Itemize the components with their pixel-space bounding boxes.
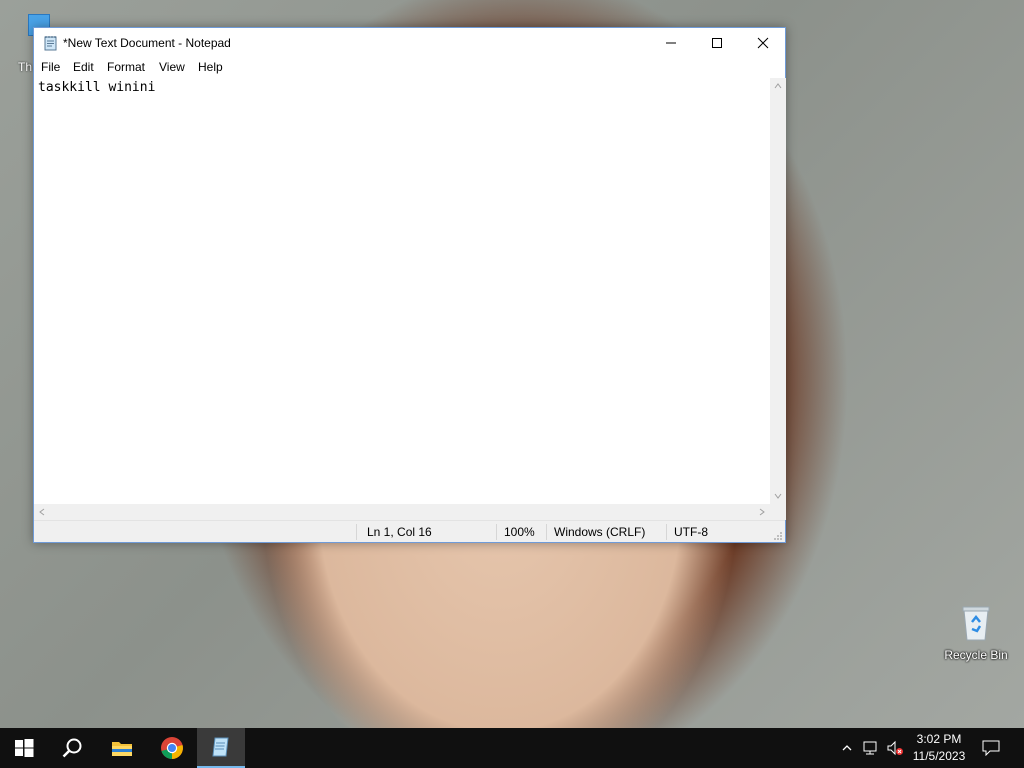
taskbar: 3:02 PM 11/5/2023 xyxy=(0,728,1024,768)
clock-time: 3:02 PM xyxy=(916,732,962,746)
title-bar[interactable]: *New Text Document - Notepad xyxy=(34,28,785,58)
start-icon xyxy=(15,739,34,757)
horizontal-scrollbar[interactable] xyxy=(34,504,770,520)
status-zoom: 100% xyxy=(504,525,535,539)
close-button[interactable] xyxy=(740,28,786,58)
chrome-icon xyxy=(161,737,183,759)
recycle-bin-label: Recycle Bin xyxy=(944,648,1008,662)
notepad-icon xyxy=(212,737,229,757)
minimize-icon xyxy=(666,42,676,44)
notepad-window[interactable]: *New Text Document - Notepad File Edit F… xyxy=(33,27,786,543)
resize-grip-icon[interactable] xyxy=(773,530,783,540)
menu-view[interactable]: View xyxy=(156,60,188,74)
scroll-up-icon[interactable] xyxy=(770,78,786,94)
menu-file[interactable]: File xyxy=(38,60,63,74)
maximize-button[interactable] xyxy=(694,28,740,58)
recycle-bin[interactable]: Recycle Bin xyxy=(940,600,1012,670)
recycle-bin-icon xyxy=(960,604,992,642)
status-line-ending: Windows (CRLF) xyxy=(554,525,646,539)
network-icon[interactable] xyxy=(861,738,881,758)
tray-overflow-chevron-icon[interactable] xyxy=(837,738,857,758)
desktop-icon-label: Th xyxy=(18,60,33,74)
window-title: *New Text Document - Notepad xyxy=(63,36,231,50)
maximize-icon xyxy=(712,38,722,48)
close-icon xyxy=(757,37,769,49)
status-divider xyxy=(666,524,667,540)
status-encoding: UTF-8 xyxy=(674,525,708,539)
menu-edit[interactable]: Edit xyxy=(70,60,97,74)
search-button[interactable] xyxy=(48,728,96,768)
scrollbar-corner xyxy=(770,504,786,520)
status-bar: Ln 1, Col 16 100% Windows (CRLF) UTF-8 xyxy=(34,520,785,542)
menu-bar: File Edit Format View Help xyxy=(34,58,785,78)
editor-content[interactable]: taskkill winini xyxy=(38,80,155,95)
status-divider xyxy=(546,524,547,540)
menu-help[interactable]: Help xyxy=(195,60,226,74)
file-explorer-button[interactable] xyxy=(98,728,146,768)
chrome-button[interactable] xyxy=(148,728,196,768)
volume-muted-icon[interactable] xyxy=(885,738,905,758)
notifications-icon[interactable] xyxy=(981,738,1001,758)
status-position: Ln 1, Col 16 xyxy=(367,525,432,539)
clock-date: 11/5/2023 xyxy=(912,749,966,763)
text-editor[interactable]: taskkill winini xyxy=(34,78,770,504)
status-divider xyxy=(496,524,497,540)
file-explorer-icon xyxy=(112,742,132,756)
scroll-left-icon[interactable] xyxy=(34,504,50,520)
scroll-down-icon[interactable] xyxy=(770,488,786,504)
search-icon xyxy=(62,738,82,758)
notepad-taskbar-button[interactable] xyxy=(197,728,245,768)
scroll-right-icon[interactable] xyxy=(754,504,770,520)
status-divider xyxy=(356,524,357,540)
start-button[interactable] xyxy=(0,728,48,768)
notepad-icon xyxy=(43,35,59,51)
menu-format[interactable]: Format xyxy=(104,60,148,74)
clock[interactable]: 3:02 PM 11/5/2023 xyxy=(905,731,973,765)
vertical-scrollbar[interactable] xyxy=(770,78,786,504)
minimize-button[interactable] xyxy=(648,28,694,58)
